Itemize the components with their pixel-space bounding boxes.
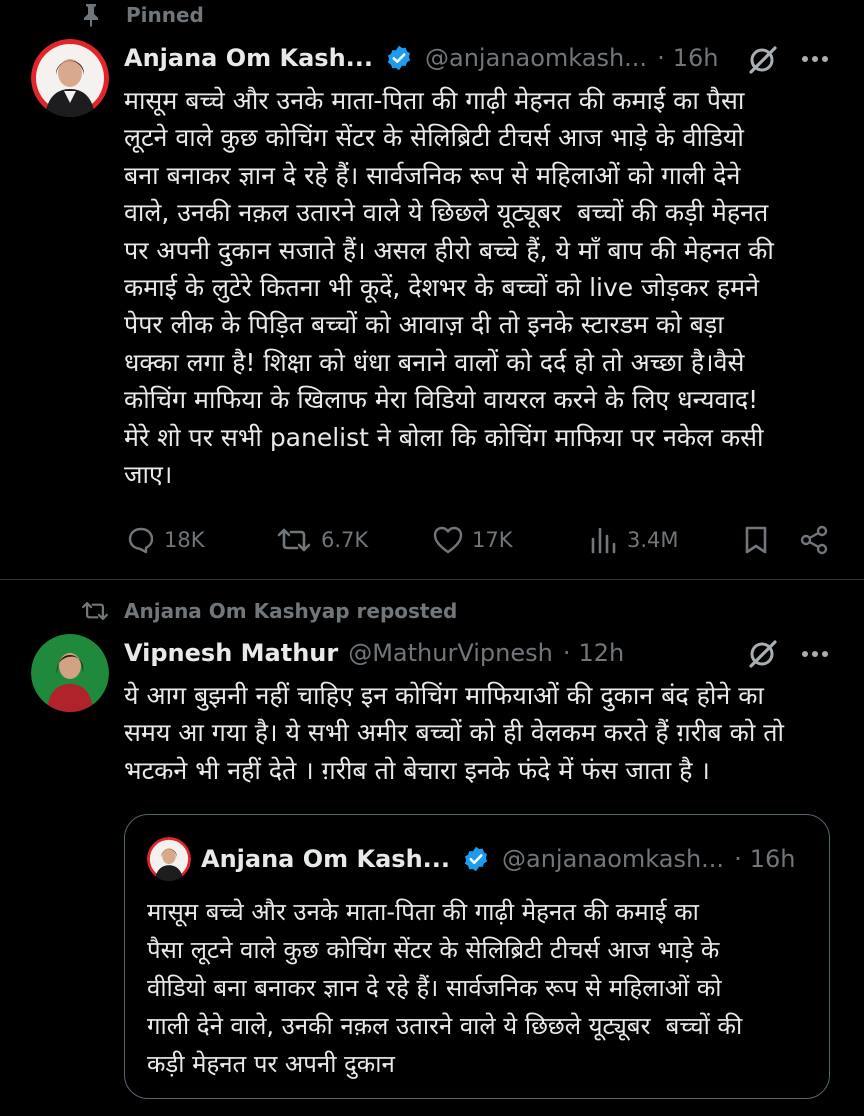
views-button[interactable]: 3.4M — [589, 525, 679, 555]
tweet-line: वाले, उनकी नक़ल उतारने वाले ये छिछले यूट… — [124, 198, 769, 228]
tweet-line: ये आग बुझनी नहीं चाहिए इन कोचिंग माफियाओ… — [124, 681, 764, 710]
separator-dot: · — [657, 44, 665, 72]
quoted-tweet-card[interactable]: Anjana Om Kash... @anjanaomkash... · 16h… — [124, 814, 830, 1099]
author-name[interactable]: Vipnesh Mathur — [124, 639, 338, 667]
author-handle[interactable]: @MathurVipnesh — [348, 639, 553, 667]
repost-icon — [82, 602, 108, 620]
pinned-indicator: Pinned — [80, 2, 204, 28]
tweet-time[interactable]: 12h — [578, 639, 624, 667]
more-icon[interactable] — [800, 52, 830, 66]
views-count: 3.4M — [627, 528, 679, 552]
tweet-line: कड़ी मेहनत पर अपनी दुकान — [147, 1050, 395, 1078]
tweet-line: जाए। — [124, 460, 173, 490]
repost-indicator: Anjana Om Kashyap reposted — [80, 597, 457, 625]
tweet-divider — [0, 579, 864, 580]
like-button[interactable]: 17K — [432, 525, 513, 555]
tweet-line: भटकने भी नहीं देते । ग़रीब तो बेचारा इनक… — [124, 755, 710, 785]
tweet-line: कोचिंग माफिया के खिलाफ मेरा विडियो वायरल… — [124, 385, 759, 415]
tweet-line: वीडियो बना बनाकर ज्ञान दे रहे हैं। सार्व… — [147, 974, 722, 1002]
quoted-tweet-header: Anjana Om Kash... @anjanaomkash... · 16h — [201, 841, 795, 877]
tweet-line: धक्का लगा है! शिक्षा को धंधा बनाने वालों… — [124, 347, 745, 377]
repost-label[interactable]: Anjana Om Kashyap reposted — [124, 599, 457, 623]
views-icon — [591, 527, 616, 554]
separator-dot: · — [734, 845, 742, 873]
share-icon[interactable] — [799, 525, 829, 555]
quoted-tweet-time: 16h — [749, 845, 796, 873]
reply-count: 18K — [164, 528, 205, 552]
bookmark-icon[interactable] — [743, 525, 769, 555]
author-name[interactable]: Anjana Om Kash... — [124, 44, 373, 72]
avatar[interactable] — [31, 39, 109, 117]
tweet-line: गाली देने वाले, उनकी नक़ल उतारने वाले ये… — [147, 1012, 743, 1040]
tweet-header: Anjana Om Kash... @anjanaomkash... · 16h — [124, 40, 718, 76]
separator-dot: · — [562, 639, 571, 667]
author-handle[interactable]: @anjanaomkash... — [425, 44, 647, 72]
tweet-line: पर अपनी दुकान सजाते हैं। असल हीरो बच्चे … — [124, 235, 774, 265]
quoted-author-name: Anjana Om Kash... — [201, 845, 450, 873]
tweet-line: पेपर लीक के पिड़ित बच्चों को आवाज़ दी तो… — [124, 310, 724, 340]
quoted-author-handle: @anjanaomkash... — [502, 845, 725, 873]
repost-count: 6.7K — [321, 528, 369, 552]
grok-icon[interactable] — [746, 44, 778, 76]
pin-icon — [84, 4, 98, 27]
verified-badge-icon — [387, 45, 411, 71]
like-count: 17K — [472, 528, 513, 552]
tweet-line: मासूम बच्चे और उनके माता-पिता की गाढ़ी म… — [147, 898, 699, 926]
more-icon[interactable] — [800, 647, 830, 661]
tweet-line: लूटने वाले कुछ कोचिंग सेंटर के सेलिब्रिट… — [124, 123, 744, 153]
tweet-line: समय आ गया है। ये सभी अमीर बच्चों को ही व… — [124, 718, 784, 748]
tweet-line: बना बनाकर ज्ञान दे रहे हैं। सार्वजनिक रू… — [124, 160, 741, 190]
tweet-time[interactable]: 16h — [673, 44, 719, 72]
tweet-line: मासूम बच्चे और उनके माता-पिता की गाढ़ी म… — [124, 86, 745, 115]
like-icon — [433, 526, 463, 554]
tweet-header: Vipnesh Mathur @MathurVipnesh · 12h — [124, 635, 624, 671]
repost-button[interactable]: 6.7K — [275, 525, 368, 555]
repost-icon — [277, 528, 311, 552]
pinned-label: Pinned — [126, 3, 204, 27]
avatar — [147, 837, 191, 881]
tweet-line: कमाई के लुटेरे कितना भी कूदें, देशभर के … — [124, 273, 759, 303]
quoted-tweet-text: मासूम बच्चे और उनके माता-पिता की गाढ़ी म… — [147, 893, 817, 1083]
tweet-line: मेरे शो पर सभी panelist ने बोला कि कोचिं… — [124, 422, 764, 452]
reply-button[interactable]: 18K — [126, 525, 205, 555]
avatar[interactable] — [31, 634, 109, 712]
verified-badge-icon — [464, 846, 488, 872]
grok-icon[interactable] — [746, 638, 778, 670]
tweet-text: मासूम बच्चे और उनके माता-पिता की गाढ़ी म… — [124, 82, 854, 493]
tweet-line: पैसा लूटने वाले कुछ कोचिंग सेंटर के सेलि… — [147, 936, 720, 964]
tweet-text: ये आग बुझनी नहीं चाहिए इन कोचिंग माफियाओ… — [124, 677, 854, 789]
reply-icon — [128, 527, 154, 554]
